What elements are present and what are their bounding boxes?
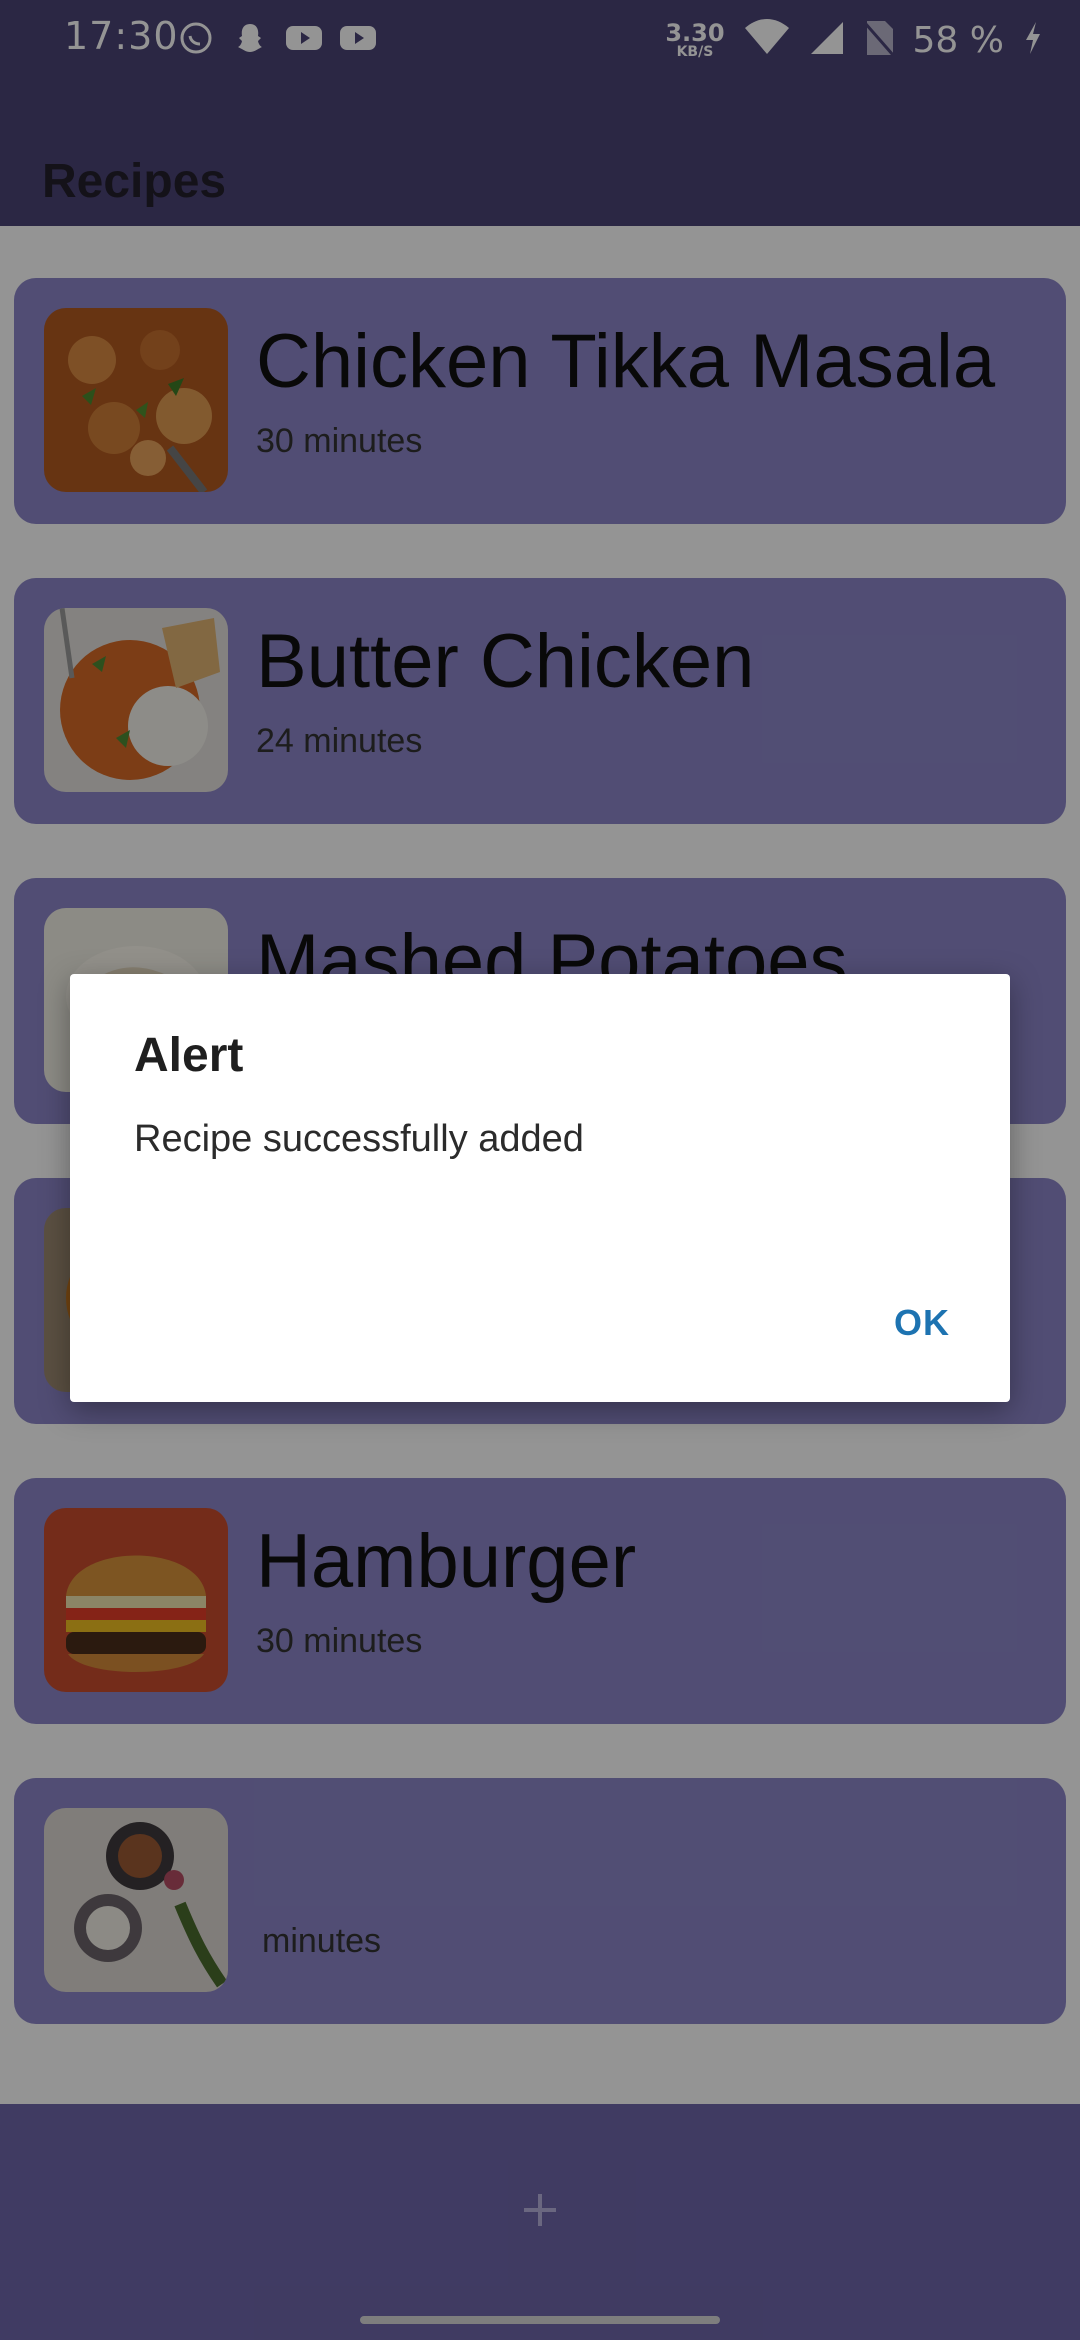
dialog-title: Alert [134,1029,244,1082]
dialog-message: Recipe successfully added [134,1118,584,1160]
alert-dialog: Alert Recipe successfully added OK [70,974,1010,1402]
ok-button[interactable]: OK [894,1294,950,1352]
